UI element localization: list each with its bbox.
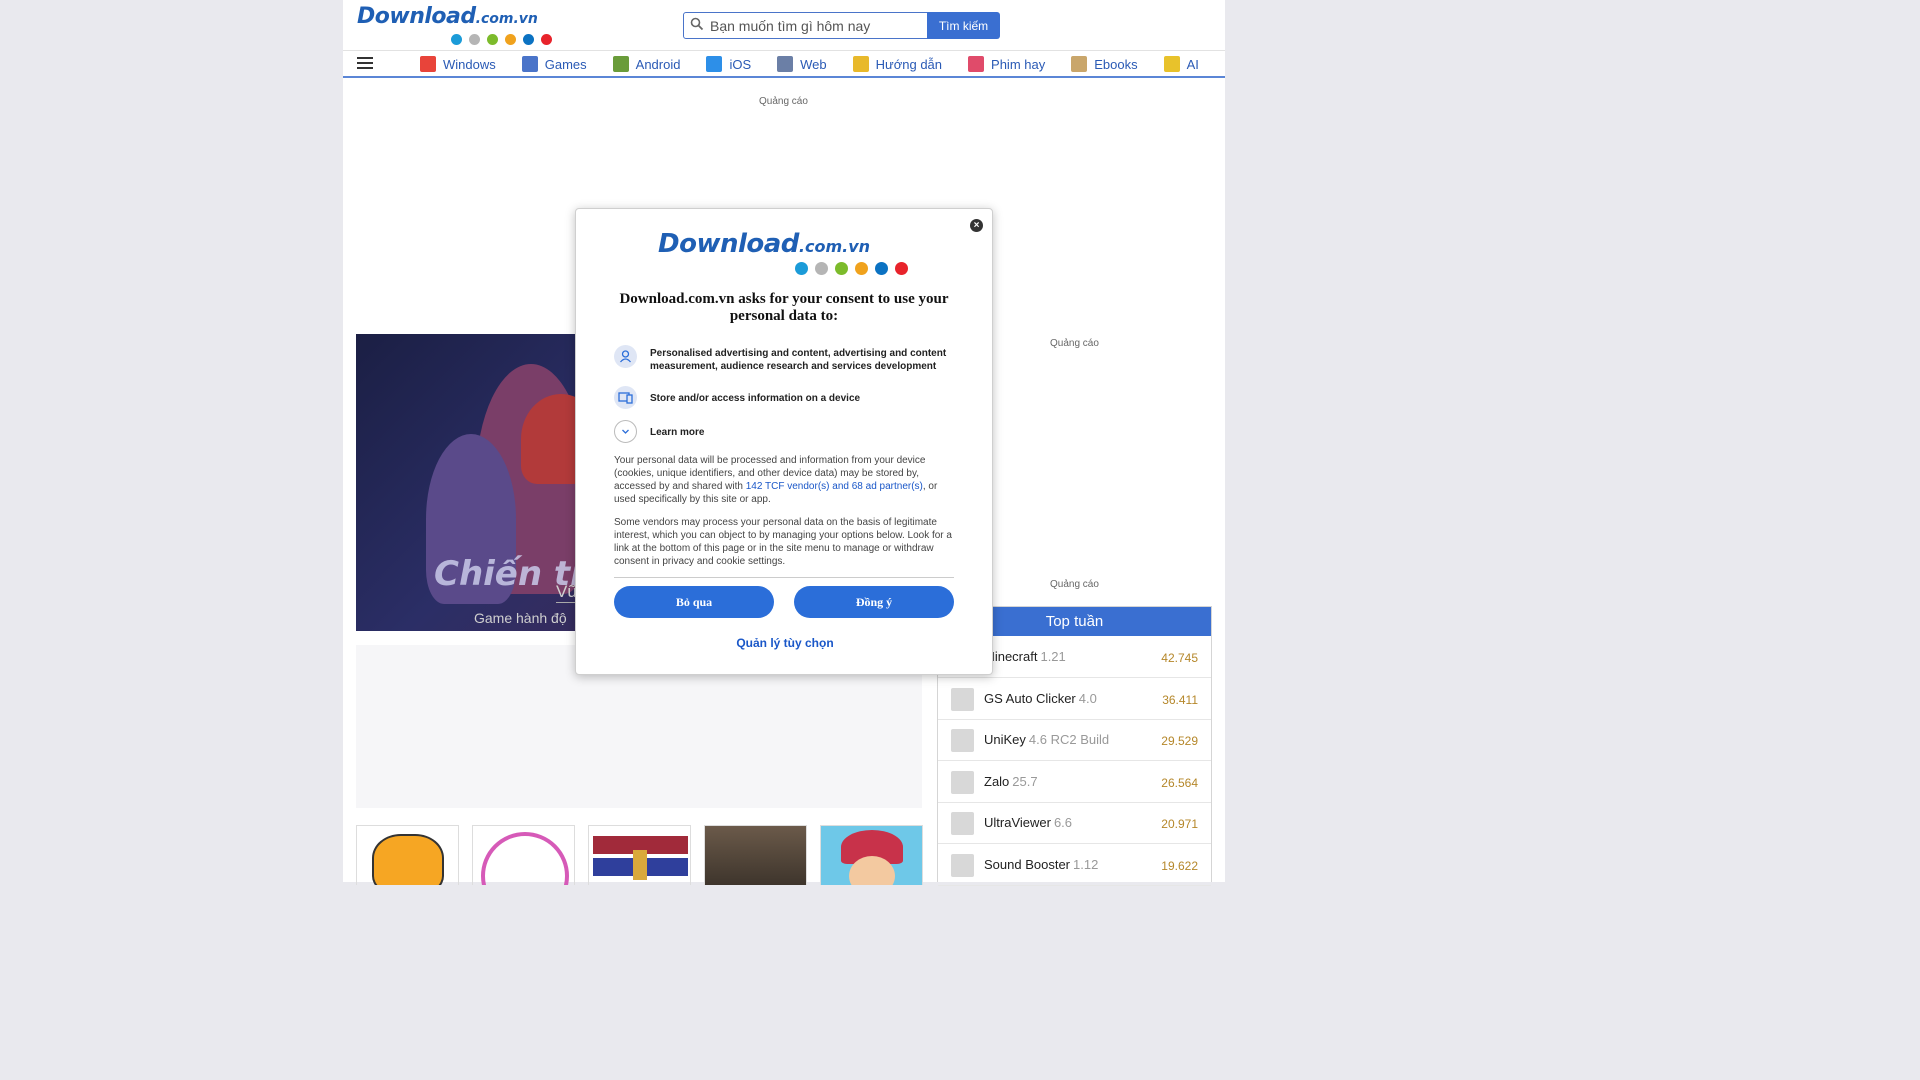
logo-dot (855, 262, 868, 275)
vendors-link[interactable]: 142 TCF vendor(s) and 68 ad partner(s) (746, 481, 923, 492)
consent-dialog: × Download.com.vn Download.com.vn asks f… (575, 208, 993, 675)
consent-title: Download.com.vn asks for your consent to… (619, 291, 949, 324)
logo-dot (795, 262, 808, 275)
manage-options-link[interactable]: Quản lý tùy chọn (576, 636, 994, 650)
purpose-personalised-ads: Personalised advertising and content, ad… (614, 345, 954, 375)
logo-dot (815, 262, 828, 275)
logo-dot (835, 262, 848, 275)
consent-paragraph-2: Some vendors may process your personal d… (614, 517, 952, 567)
devices-icon (614, 386, 637, 409)
consent-overlay: × Download.com.vn Download.com.vn asks f… (0, 0, 1568, 882)
consent-paragraph-1: Your personal data will be processed and… (614, 455, 938, 505)
divider (614, 577, 954, 578)
logo-dot (895, 262, 908, 275)
close-icon[interactable]: × (970, 219, 983, 232)
logo-dot (875, 262, 888, 275)
learn-more-toggle[interactable]: Learn more (614, 420, 954, 444)
chevron-down-icon[interactable] (614, 420, 637, 443)
skip-button[interactable]: Bỏ qua (614, 586, 774, 618)
consent-logo-dots (795, 262, 908, 275)
agree-button[interactable]: Đồng ý (794, 586, 954, 618)
user-icon (614, 345, 637, 368)
consent-logo: Download.com.vn (658, 229, 918, 279)
purpose-store-access: Store and/or access information on a dev… (614, 386, 954, 410)
